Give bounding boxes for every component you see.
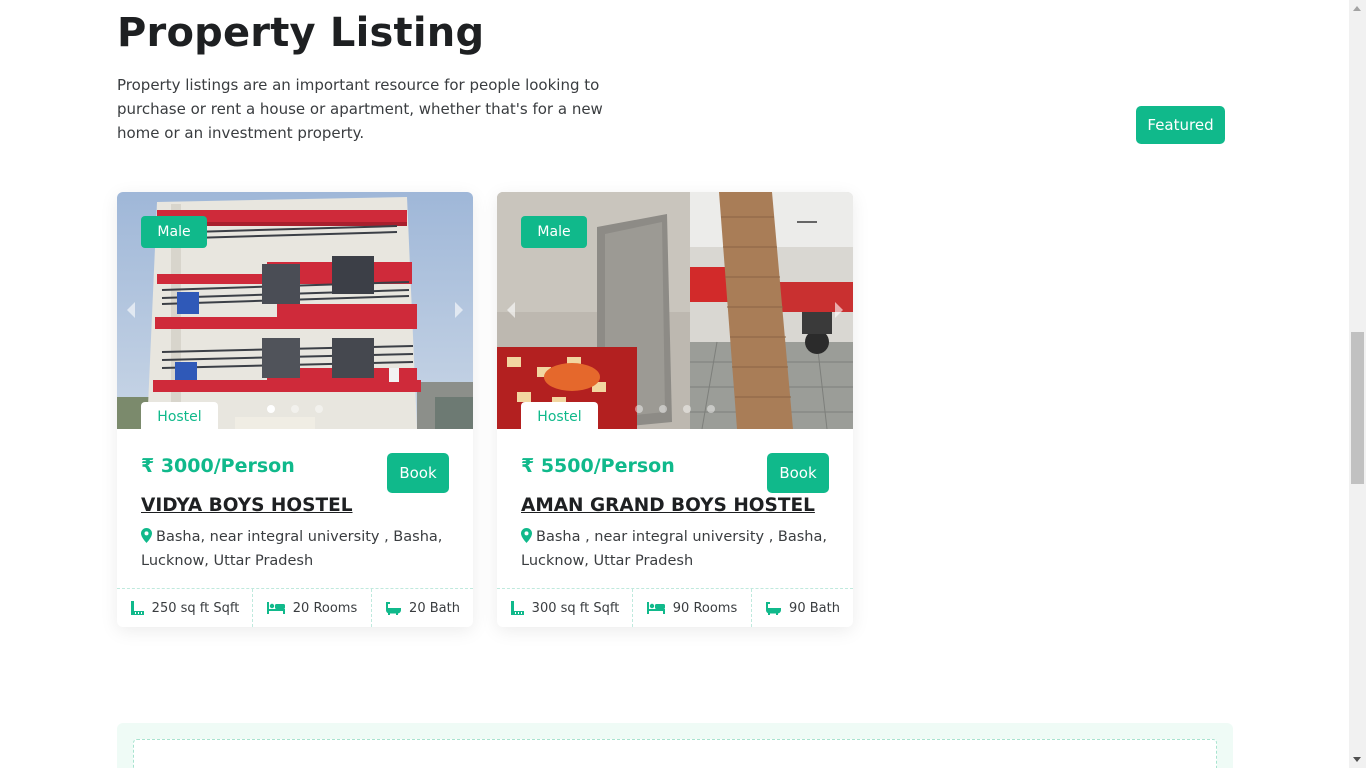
- carousel-dot[interactable]: [291, 405, 299, 413]
- carousel-indicators: [635, 405, 715, 413]
- page: Property Listing Property listings are a…: [0, 0, 1349, 768]
- next-section-panel: [117, 723, 1233, 768]
- gender-badge: Male: [521, 216, 587, 248]
- ruler-icon: [130, 601, 144, 615]
- area-stat: 300 sq ft Sqft: [497, 589, 633, 627]
- book-button[interactable]: Book: [767, 453, 829, 493]
- baths-stat: 90 Bath: [752, 589, 853, 627]
- carousel-dot[interactable]: [683, 405, 691, 413]
- vertical-scrollbar[interactable]: [1349, 0, 1366, 768]
- carousel-dot[interactable]: [315, 405, 323, 413]
- area-value: 300 sq ft Sqft: [531, 600, 620, 616]
- property-address: Basha , near integral university , Basha…: [521, 525, 831, 573]
- rooms-stat: 20 Rooms: [253, 589, 372, 627]
- area-stat: 250 sq ft Sqft: [117, 589, 253, 627]
- carousel-dot[interactable]: [707, 405, 715, 413]
- carousel-dot[interactable]: [267, 405, 275, 413]
- property-name-link[interactable]: VIDYA BOYS HOSTEL: [141, 495, 353, 516]
- bathtub-icon: [386, 601, 402, 615]
- featured-button[interactable]: Featured: [1136, 106, 1225, 144]
- area-value: 250 sq ft Sqft: [151, 600, 240, 616]
- carousel-next-icon[interactable]: [455, 302, 463, 318]
- address-text: Basha , near integral university , Basha…: [521, 529, 827, 569]
- carousel-prev-icon[interactable]: [507, 302, 515, 318]
- carousel-indicators: [267, 405, 323, 413]
- baths-stat: 20 Bath: [372, 589, 473, 627]
- baths-value: 20 Bath: [409, 600, 460, 616]
- property-stats: 250 sq ft Sqft 20 Rooms 20 Bath: [117, 588, 473, 627]
- carousel-dot[interactable]: [659, 405, 667, 413]
- property-photo-carousel[interactable]: Male Hostel: [117, 192, 473, 429]
- gender-badge: Male: [141, 216, 207, 248]
- rooms-value: 20 Rooms: [292, 600, 358, 616]
- bathtub-icon: [766, 601, 782, 615]
- property-card: Male Hostel ₹ 5500/Person Book AMAN GRAN…: [497, 192, 853, 627]
- property-name-link[interactable]: AMAN GRAND BOYS HOSTEL: [521, 495, 815, 516]
- section-description: Property listings are an important resou…: [117, 76, 603, 142]
- page-title: Property Listing: [117, 10, 485, 56]
- rooms-value: 90 Rooms: [672, 600, 738, 616]
- bed-icon: [646, 602, 665, 614]
- scroll-down-icon[interactable]: [1353, 757, 1361, 762]
- bed-icon: [266, 602, 285, 614]
- rooms-stat: 90 Rooms: [633, 589, 752, 627]
- ruler-icon: [510, 601, 524, 615]
- scroll-thumb[interactable]: [1351, 332, 1364, 484]
- address-text: Basha, near integral university , Basha,…: [141, 529, 443, 569]
- carousel-prev-icon[interactable]: [127, 302, 135, 318]
- property-photo-carousel[interactable]: Male Hostel: [497, 192, 853, 429]
- price-label: ₹ 3000/Person: [141, 455, 295, 477]
- property-type-badge: Hostel: [141, 402, 218, 429]
- property-type-badge: Hostel: [521, 402, 598, 429]
- property-address: Basha, near integral university , Basha,…: [141, 525, 451, 573]
- carousel-dot[interactable]: [635, 405, 643, 413]
- book-button[interactable]: Book: [387, 453, 449, 493]
- baths-value: 90 Bath: [789, 600, 840, 616]
- next-section-box: [133, 739, 1217, 768]
- price-label: ₹ 5500/Person: [521, 455, 675, 477]
- property-card: Male Hostel ₹ 3000/Person Book VIDYA BOY…: [117, 192, 473, 627]
- map-pin-icon: [521, 528, 532, 543]
- carousel-next-icon[interactable]: [835, 302, 843, 318]
- scroll-up-icon[interactable]: [1353, 6, 1361, 11]
- property-stats: 300 sq ft Sqft 90 Rooms 90 Bath: [497, 588, 853, 627]
- map-pin-icon: [141, 528, 152, 543]
